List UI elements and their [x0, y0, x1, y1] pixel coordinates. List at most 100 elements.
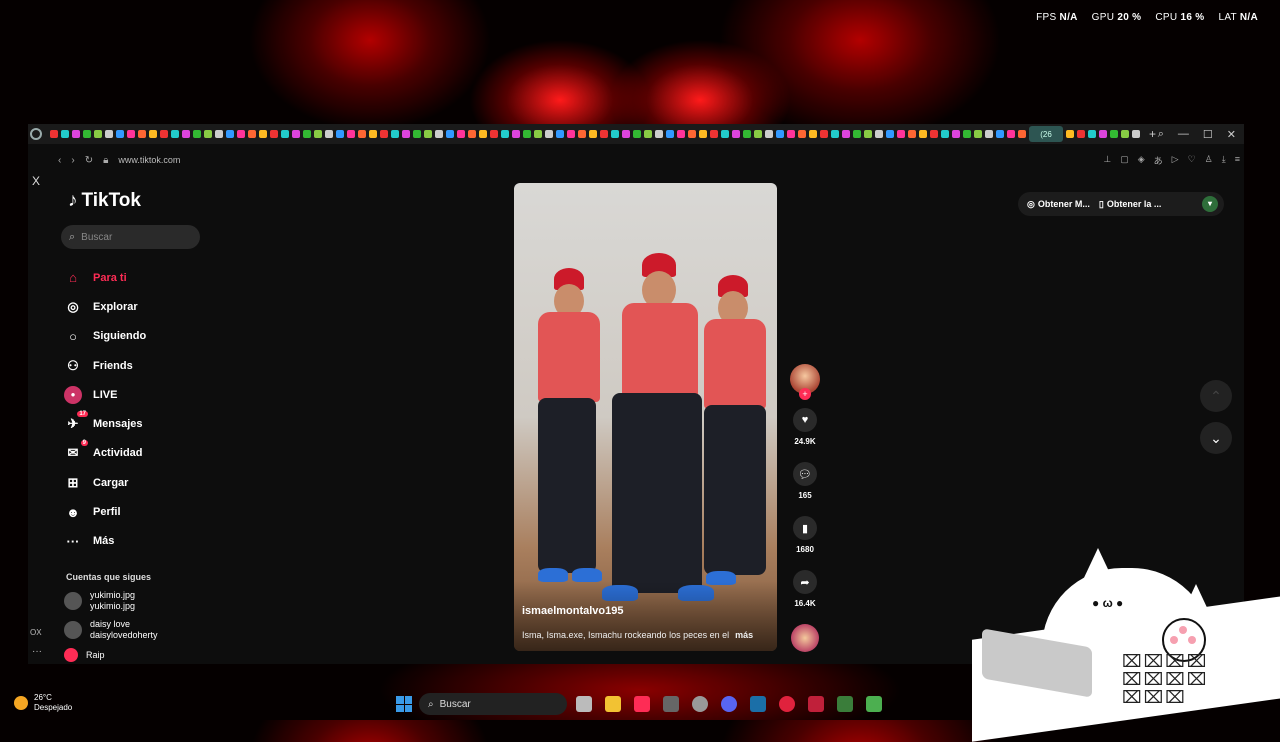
pinned-tab[interactable] [897, 130, 905, 138]
reload-icon[interactable]: ↻ [85, 155, 93, 166]
minecraft-icon[interactable] [866, 696, 882, 712]
pinned-tab[interactable] [611, 130, 619, 138]
task-view-icon[interactable] [576, 696, 592, 712]
pinned-tab[interactable] [72, 130, 80, 138]
sidebar-item-cargar[interactable]: ⊞ Cargar [64, 468, 146, 497]
followed-account[interactable]: daisy love daisylovedoherty [64, 619, 158, 641]
pinned-tab[interactable] [226, 130, 234, 138]
pinned-tab[interactable] [633, 130, 641, 138]
follow-plus-icon[interactable]: + [799, 388, 811, 400]
pinned-tab[interactable] [732, 130, 740, 138]
pinned-tab[interactable] [193, 130, 201, 138]
pinned-tab[interactable] [94, 130, 102, 138]
pinned-tab[interactable] [490, 130, 498, 138]
pinned-tab[interactable] [1066, 130, 1074, 138]
pinned-tab[interactable] [325, 130, 333, 138]
pinned-tab[interactable] [281, 130, 289, 138]
pinned-tab[interactable] [358, 130, 366, 138]
translate-icon[interactable]: あ [1154, 154, 1163, 167]
discord-icon[interactable] [721, 696, 737, 712]
pinned-tab[interactable] [1088, 130, 1096, 138]
pinned-tab[interactable] [578, 130, 586, 138]
comment-button[interactable]: 💬︎ [793, 462, 817, 486]
pinned-tab[interactable] [1132, 130, 1140, 138]
github-icon[interactable] [692, 696, 708, 712]
taskbar-search[interactable]: ⌕ Buscar [419, 693, 567, 715]
pinned-tab[interactable] [83, 130, 91, 138]
pinned-tab[interactable] [600, 130, 608, 138]
pinned-tab[interactable] [567, 130, 575, 138]
pinned-tab[interactable] [721, 130, 729, 138]
pinned-tab[interactable] [831, 130, 839, 138]
pinned-tab[interactable] [996, 130, 1004, 138]
tiktok-logo[interactable]: ♪ TikTok [68, 190, 141, 212]
pinned-tab[interactable] [182, 130, 190, 138]
xmind-icon[interactable] [808, 696, 824, 712]
pinned-tab[interactable] [259, 130, 267, 138]
sidebar-item-live[interactable]: ● LIVE [64, 380, 146, 409]
share-button[interactable]: ➦ [793, 570, 817, 594]
pinned-tab[interactable] [50, 130, 58, 138]
pinned-tab[interactable] [809, 130, 817, 138]
pinned-tab[interactable] [985, 130, 993, 138]
like-button[interactable]: ♥ [793, 408, 817, 432]
pinned-tab[interactable] [776, 130, 784, 138]
pinned-tab[interactable] [248, 130, 256, 138]
pinned-tab[interactable] [512, 130, 520, 138]
pinned-tab[interactable] [886, 130, 894, 138]
download-icon[interactable]: ⤓ [1222, 154, 1226, 167]
pinned-tab[interactable] [1099, 130, 1107, 138]
windows-start-icon[interactable] [396, 696, 412, 712]
app-icon-2[interactable] [837, 696, 853, 712]
weather-widget[interactable]: 26°C Despejado [14, 693, 72, 713]
opera-logo-icon[interactable] [30, 128, 42, 140]
get-app-button-1[interactable]: ◎ Obtener M... [1027, 199, 1090, 210]
pinned-tab[interactable] [765, 130, 773, 138]
back-icon[interactable]: ‹ [58, 155, 61, 166]
pinned-tab[interactable] [699, 130, 707, 138]
pinned-tab[interactable] [941, 130, 949, 138]
next-video-button[interactable]: ⌄ [1200, 422, 1232, 454]
tiktok-app-icon[interactable] [634, 696, 650, 712]
pinned-tab[interactable] [710, 130, 718, 138]
url-field[interactable]: www.tiktok.com [118, 155, 1103, 165]
pinned-tab[interactable] [292, 130, 300, 138]
pinned-tab[interactable] [952, 130, 960, 138]
pinned-tab[interactable] [457, 130, 465, 138]
pinned-tab[interactable] [215, 130, 223, 138]
pinned-tab[interactable] [787, 130, 795, 138]
save-button[interactable]: ▮ [793, 516, 817, 540]
new-tab-button[interactable]: + [1149, 127, 1156, 141]
app-icon-1[interactable] [663, 696, 679, 712]
pinned-tab[interactable] [138, 130, 146, 138]
pinned-tab[interactable] [820, 130, 828, 138]
pinned-tab[interactable] [1110, 130, 1118, 138]
sidebar-item-siguiendo[interactable]: ○ Siguiendo [64, 322, 146, 351]
pinned-tab[interactable] [127, 130, 135, 138]
opera-gx-icon[interactable] [779, 696, 795, 712]
account-avatar[interactable]: ▾ [1202, 196, 1218, 212]
pinned-tab[interactable] [666, 130, 674, 138]
pinned-tab[interactable] [270, 130, 278, 138]
previous-video-button[interactable]: ⌃ [1200, 380, 1232, 412]
search-input[interactable]: ⌕ Buscar [61, 225, 200, 249]
pinned-tab[interactable] [556, 130, 564, 138]
pinned-tab[interactable] [116, 130, 124, 138]
pinned-tab[interactable] [655, 130, 663, 138]
sidebar-item-friends[interactable]: ⚇ Friends [64, 351, 146, 380]
sidebar-item-perfil[interactable]: ☻ Perfil [64, 497, 146, 526]
sidebar-more-icon[interactable]: ··· [32, 646, 42, 657]
pinned-tab[interactable] [589, 130, 597, 138]
pinned-tab[interactable] [930, 130, 938, 138]
pinned-tab[interactable] [853, 130, 861, 138]
pinned-tab[interactable] [347, 130, 355, 138]
pinned-tab[interactable] [919, 130, 927, 138]
pinned-tab[interactable] [864, 130, 872, 138]
pinned-tab[interactable] [842, 130, 850, 138]
video-player[interactable]: ismaelmontalvo195 Isma, Isma.exe, Ismach… [514, 183, 777, 651]
pinned-tab[interactable] [446, 130, 454, 138]
play-icon[interactable]: ▷ [1172, 154, 1179, 167]
minimize-button[interactable]: — [1178, 128, 1189, 141]
pinned-tab[interactable] [677, 130, 685, 138]
pinned-tab[interactable] [314, 130, 322, 138]
